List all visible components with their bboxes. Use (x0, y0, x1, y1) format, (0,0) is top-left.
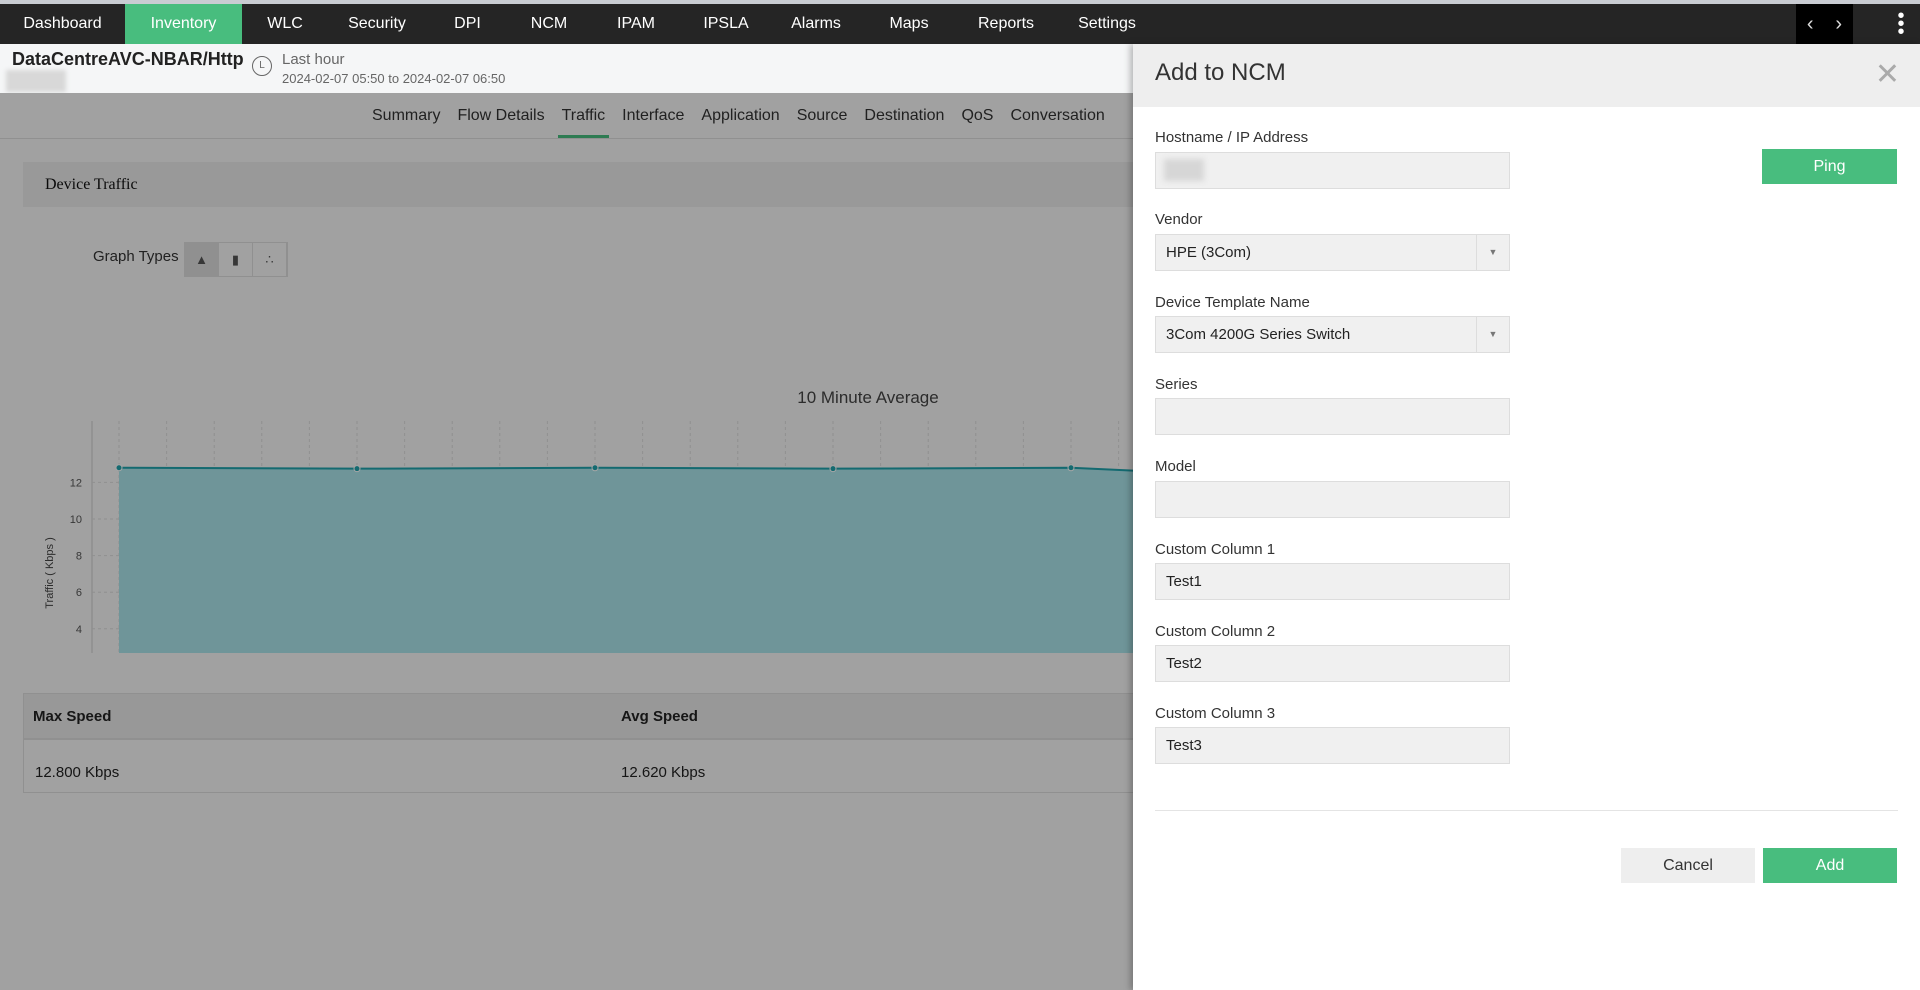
custom-column-3-input[interactable]: Test3 (1155, 727, 1510, 764)
nav-inventory[interactable]: Inventory (125, 4, 242, 44)
series-input[interactable] (1155, 398, 1510, 435)
device-template-label: Device Template Name (1155, 294, 1310, 311)
time-period[interactable]: Last hour (282, 51, 345, 68)
panel-title: Add to NCM (1155, 59, 1286, 86)
nav-dpi[interactable]: DPI (426, 4, 509, 44)
hostname-input[interactable] (1155, 152, 1510, 189)
hostname-label: Hostname / IP Address (1155, 129, 1309, 146)
nav-settings[interactable]: Settings (1057, 4, 1157, 44)
page-title: DataCentreAVC-NBAR/Http (12, 49, 244, 69)
redacted-text (6, 70, 66, 92)
series-label: Series (1155, 376, 1198, 393)
add-to-ncm-panel: Add to NCM ✕ Hostname / IP Address Ping … (1133, 44, 1920, 990)
custom-column-1-input[interactable]: Test1 (1155, 563, 1510, 600)
custom-column-2-input[interactable]: Test2 (1155, 645, 1510, 682)
nav-maps[interactable]: Maps (863, 4, 955, 44)
vendor-value: HPE (3Com) (1166, 244, 1252, 261)
nav-ipsla[interactable]: IPSLA (683, 4, 769, 44)
nav-security[interactable]: Security (328, 4, 426, 44)
custom-column-2-label: Custom Column 2 (1155, 623, 1276, 640)
nav-alarms[interactable]: Alarms (769, 4, 863, 44)
nav-reports[interactable]: Reports (955, 4, 1057, 44)
model-label: Model (1155, 458, 1196, 475)
dropdown-arrow-icon[interactable]: ▼ (1476, 317, 1509, 352)
custom-column-1-label: Custom Column 1 (1155, 541, 1276, 558)
vendor-label: Vendor (1155, 211, 1203, 228)
nav-ipam[interactable]: IPAM (589, 4, 683, 44)
device-template-value: 3Com 4200G Series Switch (1166, 326, 1351, 343)
nav-ncm[interactable]: NCM (509, 4, 589, 44)
clock-icon[interactable]: L (252, 56, 272, 76)
chevron-right-icon[interactable]: › (1835, 13, 1842, 36)
nav-scroll: ‹ › (1796, 4, 1853, 44)
close-icon[interactable]: ✕ (1875, 60, 1900, 90)
chevron-left-icon[interactable]: ‹ (1807, 13, 1814, 36)
custom-column-3-label: Custom Column 3 (1155, 705, 1276, 722)
panel-header: Add to NCM ✕ (1133, 44, 1920, 107)
ping-button[interactable]: Ping (1762, 149, 1897, 184)
nav-dashboard[interactable]: Dashboard (0, 4, 125, 44)
device-template-select[interactable]: 3Com 4200G Series Switch ▼ (1155, 316, 1510, 353)
nav-wlc[interactable]: WLC (242, 4, 328, 44)
dropdown-arrow-icon[interactable]: ▼ (1476, 235, 1509, 270)
vendor-select[interactable]: HPE (3Com) ▼ (1155, 234, 1510, 271)
time-range: 2024-02-07 05:50 to 2024-02-07 06:50 (282, 71, 506, 86)
more-vertical-icon[interactable]: • • • (1896, 6, 1906, 42)
divider (1155, 810, 1898, 811)
cancel-button[interactable]: Cancel (1621, 848, 1755, 883)
model-input[interactable] (1155, 481, 1510, 518)
redacted-ip (1164, 159, 1204, 181)
top-nav: Dashboard Inventory WLC Security DPI NCM… (0, 4, 1920, 44)
add-button[interactable]: Add (1763, 848, 1897, 883)
